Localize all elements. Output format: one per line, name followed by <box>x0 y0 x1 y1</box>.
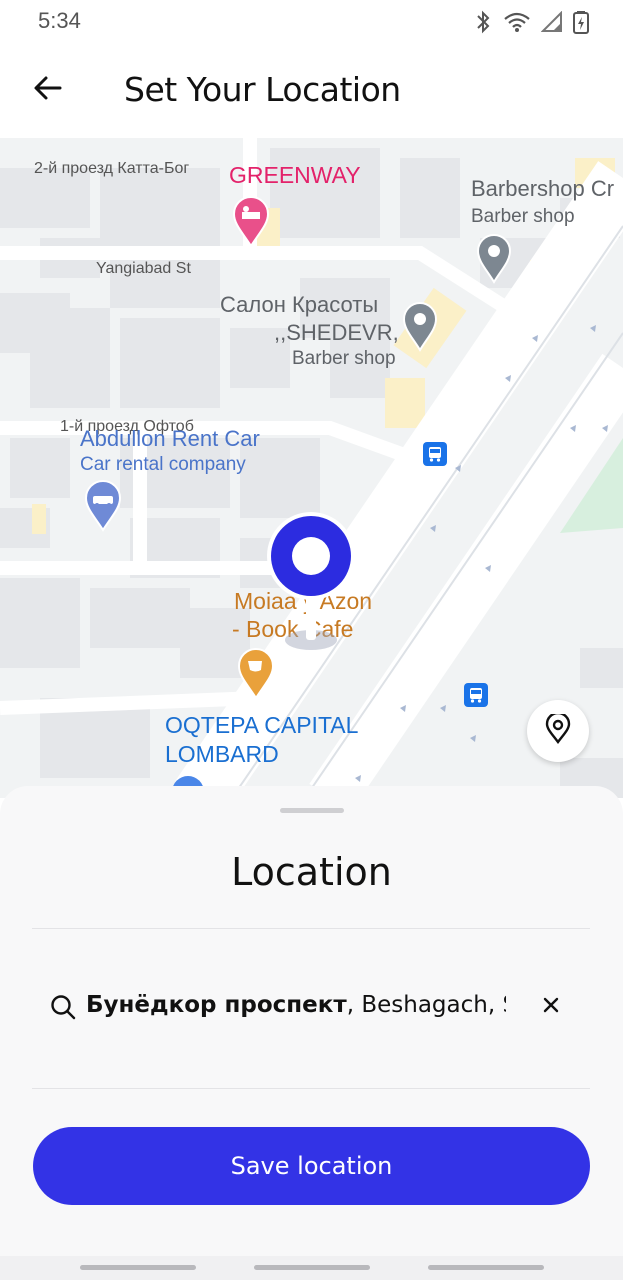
search-value-rest: , Beshagach, S <box>346 992 506 1018</box>
poi-greenway-label: GREENWAY <box>229 162 361 188</box>
arrow-left-icon <box>32 72 64 108</box>
divider <box>32 928 590 929</box>
poi-rentcar-subtitle: Car rental company <box>80 454 246 475</box>
hotel-pin-icon[interactable] <box>232 196 270 252</box>
cellular-signal-icon <box>540 10 563 37</box>
poi-salon-label-2: ,,SHEDEVR, <box>274 320 399 345</box>
search-icon <box>50 994 76 1020</box>
map-pin-outline-icon <box>544 711 572 748</box>
save-location-button[interactable]: Save location <box>33 1127 590 1205</box>
status-time: 5:34 <box>38 8 81 33</box>
system-nav-bar <box>0 1256 623 1280</box>
close-icon <box>542 996 560 1018</box>
poi-salon-subtitle: Barber shop <box>292 348 396 369</box>
search-value-bold: Бунёдкор проспект <box>86 992 347 1018</box>
battery-icon <box>573 10 589 38</box>
poi-barbershop-subtitle: Barber shop <box>471 206 575 227</box>
nav-back[interactable] <box>428 1265 544 1270</box>
page-title: Set Your Location <box>124 70 401 109</box>
car-rental-pin-icon[interactable] <box>84 480 122 536</box>
poi-lombard-label: OQTEPA CAPITAL <box>165 712 359 738</box>
my-location-button[interactable] <box>527 700 589 762</box>
divider <box>32 1088 590 1089</box>
back-button[interactable] <box>28 70 68 110</box>
wifi-icon <box>503 11 531 37</box>
status-bar: 5:34 <box>0 0 623 44</box>
poi-barbershop-label: Barbershop Cr <box>471 176 615 201</box>
location-search[interactable]: Бунёдкор проспект, Beshagach, S <box>32 972 590 1042</box>
gray-pin-icon[interactable] <box>476 234 512 288</box>
poi-lombard-label-2: LOMBARD <box>165 741 279 767</box>
bottom-sheet: Location Бунёдкор проспект, Beshagach, S… <box>0 786 623 1256</box>
bus-stop-icon[interactable] <box>464 683 488 711</box>
app-header: Set Your Location <box>0 44 623 138</box>
status-icons <box>473 10 589 38</box>
gray-pin-icon[interactable] <box>402 302 438 356</box>
cafe-pin-icon[interactable] <box>237 648 275 704</box>
bluetooth-icon <box>473 10 493 38</box>
drag-handle[interactable] <box>280 808 344 813</box>
street-label: Yangiabad St <box>96 260 191 277</box>
location-pin-icon <box>266 512 356 656</box>
nav-home[interactable] <box>254 1265 370 1270</box>
poi-salon-label: Салон Красоты <box>220 292 379 317</box>
street-label: 2-й проезд Катта-Бог <box>34 160 190 177</box>
sheet-title: Location <box>231 850 392 894</box>
search-input[interactable]: Бунёдкор проспект, Beshagach, S <box>86 992 506 1026</box>
bus-stop-icon[interactable] <box>423 442 447 470</box>
nav-recents[interactable] <box>80 1265 196 1270</box>
clear-search-button[interactable] <box>536 992 566 1022</box>
poi-rentcar-label: Abdullon Rent Car <box>80 426 260 451</box>
center-location-pin[interactable] <box>266 512 356 652</box>
map-view[interactable]: 2-й проезд Катта-Бог Yangiabad St 1-й пр… <box>0 138 623 798</box>
